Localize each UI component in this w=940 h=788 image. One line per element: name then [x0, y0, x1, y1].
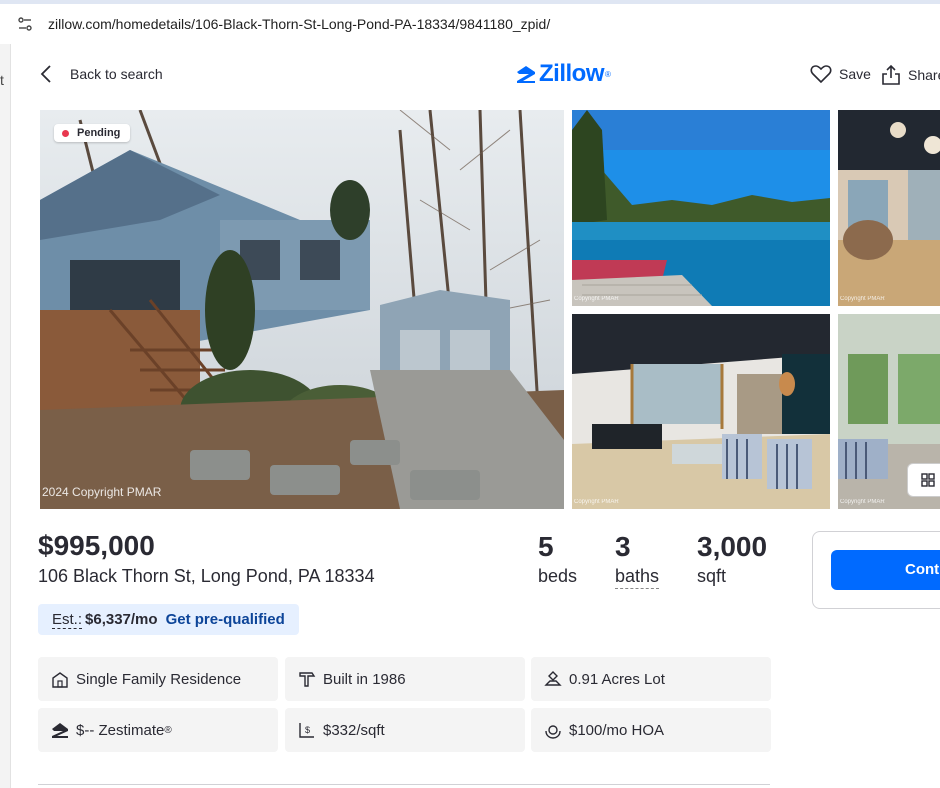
fact-lot-size-text: 0.91 Acres Lot: [569, 670, 665, 688]
save-button[interactable]: Save: [810, 64, 871, 84]
browser-url-bar: zillow.com/homedetails/106-Black-Thorn-S…: [0, 0, 940, 44]
back-to-search-button[interactable]: Back to search: [40, 64, 163, 84]
view-all-photos-button[interactable]: [907, 463, 940, 497]
thumbnail-copyright: Copyright PMAR: [574, 296, 619, 302]
address-bar[interactable]: zillow.com/homedetails/106-Black-Thorn-S…: [14, 10, 940, 38]
fact-home-type: Single Family Residence: [38, 657, 278, 701]
zestimate-icon: [50, 720, 70, 740]
status-badge: Pending: [54, 124, 131, 142]
thumbnail-copyright: Copyright PMAR: [840, 296, 885, 302]
fact-zestimate[interactable]: $-- Zestimate ®: [38, 708, 278, 752]
listing-price: $995,000: [38, 530, 155, 561]
baths-label[interactable]: baths: [615, 564, 660, 589]
listing-address: 106 Black Thorn St, Long Pond, PA 18334: [38, 566, 375, 586]
thumbnail-living-room[interactable]: Copyright PMAR: [838, 110, 940, 306]
thumbnail-copyright: Copyright PMAR: [574, 499, 619, 505]
fact-year-built: Built in 1986: [285, 657, 525, 701]
beds-label: beds: [538, 566, 578, 586]
main-photo[interactable]: Pending 2024 Copyright PMAR: [40, 110, 564, 509]
share-button[interactable]: Share: [881, 64, 940, 86]
url-text[interactable]: zillow.com/homedetails/106-Black-Thorn-S…: [48, 16, 550, 32]
baths-count: 3: [615, 531, 631, 562]
grid-icon: [921, 473, 935, 487]
logo-text: Zillow: [539, 60, 605, 87]
status-dot-icon: [62, 129, 69, 137]
svg-text:$: $: [305, 725, 310, 735]
contact-agent-card: Cont: [812, 531, 940, 609]
get-pre-qualified-link[interactable]: Get pre-qualified: [166, 611, 285, 628]
adjacent-window-text: t: [0, 72, 4, 88]
sqft-label: sqft: [697, 566, 727, 586]
hammer-icon: [297, 669, 317, 689]
estimate-value: $6,337/mo: [85, 611, 158, 628]
back-to-search-label: Back to search: [70, 66, 163, 82]
baths-stat[interactable]: 3 baths: [615, 530, 660, 589]
building-icon: [50, 669, 70, 689]
price-per-sqft-icon: $: [297, 720, 317, 740]
beds-count: 5: [538, 531, 554, 562]
zillow-logo[interactable]: Zillow ®: [515, 60, 611, 88]
sqft-stat: 3,000 sqft: [697, 530, 767, 588]
fact-home-type-text: Single Family Residence: [76, 670, 242, 688]
thumbnail-lake[interactable]: Copyright PMAR: [572, 110, 830, 306]
thumbnail-great-room[interactable]: Copyright PMAR: [572, 314, 830, 509]
fact-price-per-sqft: $ $332/sqft: [285, 708, 525, 752]
site-settings-icon[interactable]: [14, 13, 36, 35]
fact-price-per-sqft-text: $332/sqft: [323, 721, 385, 739]
share-icon: [882, 64, 900, 85]
thumbnail-copyright: Copyright PMAR: [840, 499, 885, 505]
save-label: Save: [839, 66, 871, 82]
status-badge-label: Pending: [77, 127, 121, 139]
photo-copyright: 2024 Copyright PMAR: [42, 485, 162, 499]
estimated-payment: Est.: $6,337/mo Get pre-qualified: [38, 604, 299, 635]
beds-stat: 5 beds: [538, 530, 577, 588]
share-label: Share: [908, 67, 940, 83]
logo-registered-mark: ®: [605, 69, 611, 79]
fact-zestimate-text: $-- Zestimate: [76, 721, 165, 739]
chevron-left-icon: [40, 65, 51, 83]
heart-icon: [810, 65, 832, 84]
fact-hoa-text: $100/mo HOA: [569, 721, 665, 739]
zillow-z-icon: [517, 66, 535, 83]
fact-lot-size: 0.91 Acres Lot: [531, 657, 771, 701]
section-divider: [38, 784, 770, 785]
top-navigation: Back to search Zillow ® Save Share: [10, 44, 940, 110]
contact-agent-button[interactable]: Cont: [831, 550, 940, 590]
lot-icon: [543, 669, 563, 689]
adjacent-window-edge: t: [0, 44, 11, 788]
fact-hoa: $100/mo HOA: [531, 708, 771, 752]
fact-year-built-text: Built in 1986: [323, 670, 406, 688]
sqft-count: 3,000: [697, 531, 768, 562]
estimate-label[interactable]: Est.:: [52, 611, 83, 629]
zestimate-registered-mark: ®: [164, 724, 172, 736]
hoa-icon: [543, 720, 563, 740]
